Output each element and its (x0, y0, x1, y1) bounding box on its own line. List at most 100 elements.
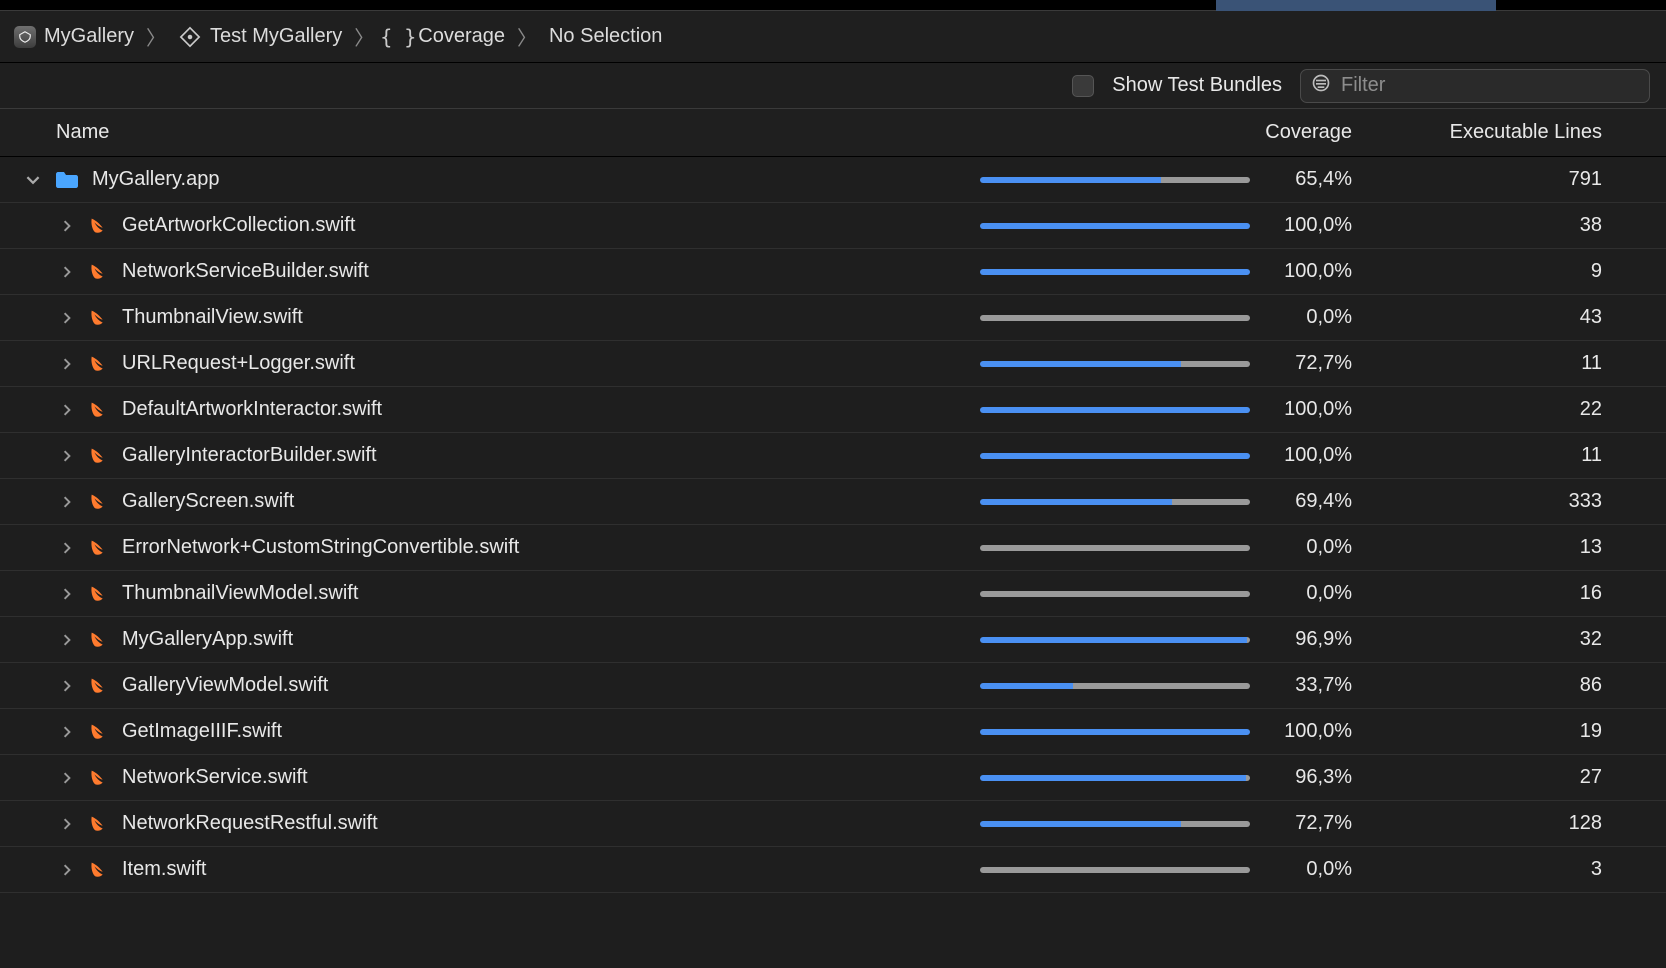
breadcrumb-selection[interactable]: No Selection (549, 25, 662, 48)
chevron-right-icon[interactable] (58, 585, 76, 603)
coverage-percent: 0,0% (1274, 858, 1352, 881)
chevron-right-icon[interactable] (58, 677, 76, 695)
swift-icon (88, 399, 110, 421)
breadcrumb-scheme[interactable]: Test MyGallery (178, 25, 342, 49)
executable-lines: 19 (1380, 720, 1630, 743)
file-name: NetworkService.swift (122, 766, 308, 789)
coverage-percent: 96,3% (1274, 766, 1352, 789)
swift-icon (88, 261, 110, 283)
coverage-bar (980, 775, 1250, 781)
chevron-right-icon[interactable] (58, 769, 76, 787)
chevron-right-icon[interactable] (58, 447, 76, 465)
column-name[interactable]: Name (0, 121, 980, 144)
chevron-right-icon[interactable] (58, 217, 76, 235)
table-row[interactable]: ThumbnailViewModel.swift 0,0% 16 (0, 571, 1666, 617)
coverage-bar (980, 637, 1250, 643)
filter-bar: Show Test Bundles (0, 63, 1666, 109)
coverage-percent: 100,0% (1274, 720, 1352, 743)
executable-lines: 16 (1380, 582, 1630, 605)
file-name: MyGalleryApp.swift (122, 628, 293, 651)
file-name: Item.swift (122, 858, 206, 881)
folder-icon (54, 170, 80, 190)
table-row[interactable]: NetworkService.swift 96,3% 27 (0, 755, 1666, 801)
breadcrumb-project-label: MyGallery (44, 25, 134, 48)
coverage-percent: 72,7% (1274, 352, 1352, 375)
table-row[interactable]: GalleryInteractorBuilder.swift 100,0% 11 (0, 433, 1666, 479)
table-row[interactable]: GetArtworkCollection.swift 100,0% 38 (0, 203, 1666, 249)
breadcrumb-scheme-label: Test MyGallery (210, 25, 342, 48)
table-row[interactable]: GalleryViewModel.swift 33,7% 86 (0, 663, 1666, 709)
swift-icon (88, 583, 110, 605)
breadcrumb-coverage[interactable]: { } Coverage (386, 25, 505, 49)
chevron-right-icon: 〉 (144, 22, 168, 51)
column-coverage[interactable]: Coverage (980, 121, 1380, 144)
table-row[interactable]: NetworkServiceBuilder.swift 100,0% 9 (0, 249, 1666, 295)
filter-input[interactable] (1341, 74, 1639, 97)
table-row[interactable]: URLRequest+Logger.swift 72,7% 11 (0, 341, 1666, 387)
file-name: NetworkRequestRestful.swift (122, 812, 378, 835)
chevron-right-icon[interactable] (58, 263, 76, 281)
file-name: NetworkServiceBuilder.swift (122, 260, 369, 283)
table-row[interactable]: Item.swift 0,0% 3 (0, 847, 1666, 893)
chevron-right-icon[interactable] (58, 401, 76, 419)
column-lines[interactable]: Executable Lines (1380, 121, 1630, 144)
chevron-right-icon[interactable] (58, 309, 76, 327)
chevron-down-icon[interactable] (24, 171, 42, 189)
show-test-bundles-checkbox[interactable] (1072, 75, 1094, 97)
executable-lines: 32 (1380, 628, 1630, 651)
chevron-right-icon[interactable] (58, 493, 76, 511)
coverage-table: MyGallery.app 65,4% 791 GetArtworkCollec… (0, 157, 1666, 893)
swift-icon (88, 629, 110, 651)
swift-icon (88, 721, 110, 743)
coverage-percent: 0,0% (1274, 582, 1352, 605)
chevron-right-icon[interactable] (58, 861, 76, 879)
executable-lines: 86 (1380, 674, 1630, 697)
table-row[interactable]: ThumbnailView.swift 0,0% 43 (0, 295, 1666, 341)
table-row[interactable]: DefaultArtworkInteractor.swift 100,0% 22 (0, 387, 1666, 433)
swift-icon (88, 675, 110, 697)
chevron-right-icon[interactable] (58, 631, 76, 649)
swift-icon (88, 859, 110, 881)
coverage-percent: 33,7% (1274, 674, 1352, 697)
coverage-bar (980, 361, 1250, 367)
executable-lines: 128 (1380, 812, 1630, 835)
chevron-right-icon: 〉 (352, 22, 376, 51)
filter-field[interactable] (1300, 69, 1650, 103)
breadcrumb-coverage-label: Coverage (418, 25, 505, 48)
coverage-percent: 100,0% (1274, 260, 1352, 283)
table-row[interactable]: GetImageIIIF.swift 100,0% 19 (0, 709, 1666, 755)
breadcrumb: MyGallery 〉 Test MyGallery 〉 { } Coverag… (0, 11, 1666, 63)
braces-icon: { } (386, 25, 410, 49)
column-header: Name Coverage Executable Lines (0, 109, 1666, 157)
filter-scope-icon[interactable] (1311, 73, 1331, 98)
file-name: ThumbnailView.swift (122, 306, 303, 329)
coverage-percent: 69,4% (1274, 490, 1352, 513)
coverage-percent: 0,0% (1274, 306, 1352, 329)
executable-lines: 333 (1380, 490, 1630, 513)
file-name: ThumbnailViewModel.swift (122, 582, 358, 605)
chevron-right-icon[interactable] (58, 539, 76, 557)
tab-strip (0, 0, 1666, 11)
executable-lines: 11 (1380, 352, 1630, 375)
file-name: GalleryScreen.swift (122, 490, 294, 513)
executable-lines: 3 (1380, 858, 1630, 881)
chevron-right-icon[interactable] (58, 815, 76, 833)
file-name: GetImageIIIF.swift (122, 720, 282, 743)
executable-lines: 9 (1380, 260, 1630, 283)
coverage-bar (980, 729, 1250, 735)
coverage-percent: 100,0% (1274, 398, 1352, 421)
active-tab-indicator (1216, 0, 1496, 11)
table-row[interactable]: MyGalleryApp.swift 96,9% 32 (0, 617, 1666, 663)
swift-icon (88, 537, 110, 559)
swift-icon (88, 767, 110, 789)
breadcrumb-project[interactable]: MyGallery (14, 25, 134, 48)
chevron-right-icon[interactable] (58, 355, 76, 373)
table-row[interactable]: NetworkRequestRestful.swift 72,7% 128 (0, 801, 1666, 847)
table-row[interactable]: ErrorNetwork+CustomStringConvertible.swi… (0, 525, 1666, 571)
coverage-bar (980, 223, 1250, 229)
chevron-right-icon[interactable] (58, 723, 76, 741)
table-row-app[interactable]: MyGallery.app 65,4% 791 (0, 157, 1666, 203)
table-row[interactable]: GalleryScreen.swift 69,4% 333 (0, 479, 1666, 525)
file-name: ErrorNetwork+CustomStringConvertible.swi… (122, 536, 519, 559)
app-icon (14, 26, 36, 48)
